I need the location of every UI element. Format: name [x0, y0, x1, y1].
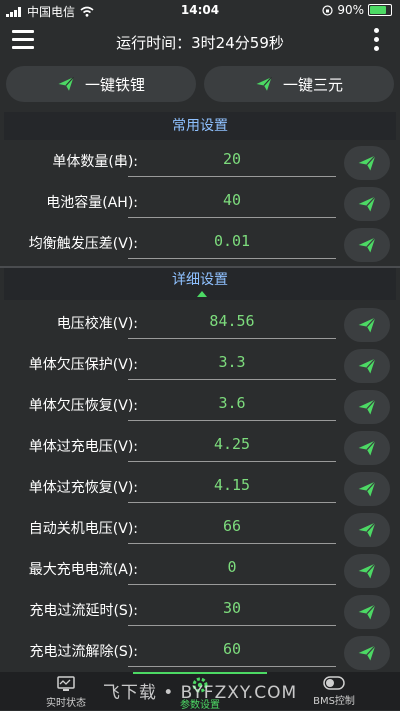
send-icon — [358, 358, 376, 374]
send-button[interactable] — [344, 228, 390, 262]
send-button[interactable] — [344, 308, 390, 342]
battery-icon — [368, 4, 392, 16]
settings-row: 电池容量(AH): 40 — [0, 183, 400, 223]
charge-overcurrent-delay-field[interactable]: 30 — [128, 595, 336, 626]
send-icon — [358, 399, 376, 415]
send-button[interactable] — [344, 636, 390, 670]
send-icon — [358, 522, 376, 538]
gear-icon — [192, 677, 208, 693]
row-label: 自动关机电压(V): — [28, 521, 138, 537]
cell-undervoltage-protect-field[interactable]: 3.3 — [128, 349, 336, 380]
row-label: 电压校准(V): — [56, 316, 138, 332]
toggle-icon — [323, 676, 345, 690]
send-button[interactable] — [344, 431, 390, 465]
quick-action-label: 一键三元 — [282, 75, 343, 94]
battery-level — [370, 6, 386, 14]
row-label: 单体过充电压(V): — [28, 439, 138, 455]
chevron-up-icon — [197, 291, 207, 297]
tab-realtime-status[interactable]: 实时状态 — [16, 672, 116, 710]
tab-label: BMS控制 — [313, 696, 355, 707]
settings-row: 单体欠压恢复(V): 3.6 — [0, 386, 400, 426]
send-icon — [358, 563, 376, 579]
send-button[interactable] — [344, 595, 390, 629]
cell-count-field[interactable]: 20 — [128, 146, 336, 177]
row-label: 单体欠压恢复(V): — [28, 398, 138, 414]
send-icon — [58, 76, 74, 91]
detail-settings-header[interactable]: 详细设置 — [4, 268, 396, 300]
orientation-lock-icon — [322, 4, 333, 16]
tab-label: 参数设置 — [180, 700, 220, 711]
charge-overcurrent-release-field[interactable]: 60 — [128, 636, 336, 667]
send-button[interactable] — [344, 146, 390, 180]
row-label: 最大充电电流(A): — [28, 562, 138, 578]
monitor-icon — [57, 676, 75, 691]
status-bar: 中国电信 14:04 90% — [0, 0, 400, 22]
settings-row: 充电过流延时(S): 30 — [0, 591, 400, 631]
capacity-field[interactable]: 40 — [128, 187, 336, 218]
quick-action-label: 一键铁锂 — [84, 75, 145, 94]
row-label: 单体数量(串): — [52, 154, 138, 170]
send-icon — [358, 317, 376, 333]
balance-diff-field[interactable]: 0.01 — [128, 228, 336, 259]
settings-row: 最大充电电流(A): 0 — [0, 550, 400, 590]
send-button[interactable] — [344, 390, 390, 424]
settings-row: 单体数量(串): 20 — [0, 142, 400, 182]
send-icon — [358, 604, 376, 620]
row-label: 均衡触发压差(V): — [28, 236, 138, 252]
send-icon — [358, 196, 376, 212]
auto-shutdown-voltage-field[interactable]: 66 — [128, 513, 336, 544]
send-button[interactable] — [344, 472, 390, 506]
row-label: 充电过流延时(S): — [29, 603, 138, 619]
voltage-calibration-field[interactable]: 84.56 — [128, 308, 336, 339]
row-label: 电池容量(AH): — [46, 195, 138, 211]
row-label: 单体欠压保护(V): — [28, 357, 138, 373]
tab-bms-control[interactable]: BMS控制 — [284, 672, 384, 710]
common-settings-header: 常用设置 — [4, 112, 396, 140]
settings-row: 充电过流解除(S): 60 — [0, 632, 400, 672]
settings-row: 单体欠压保护(V): 3.3 — [0, 345, 400, 385]
section-title: 详细设置 — [172, 272, 228, 288]
send-icon — [256, 76, 272, 91]
cell-undervoltage-recover-field[interactable]: 3.6 — [128, 390, 336, 421]
settings-row: 单体过充电压(V): 4.25 — [0, 427, 400, 467]
send-icon — [358, 155, 376, 171]
cell-overcharge-recover-field[interactable]: 4.15 — [128, 472, 336, 503]
send-icon — [358, 645, 376, 661]
send-icon — [358, 481, 376, 497]
app-header: 运行时间：3时24分59秒 — [0, 22, 400, 62]
row-label: 单体过充恢复(V): — [28, 480, 138, 496]
section-title: 常用设置 — [172, 118, 228, 134]
tab-label: 实时状态 — [46, 698, 86, 709]
tab-parameter-settings[interactable]: 参数设置 — [150, 672, 250, 711]
bottom-nav: 实时状态 参数设置 BMS控制 — [0, 672, 400, 711]
settings-row: 均衡触发压差(V): 0.01 — [0, 224, 400, 264]
send-icon — [358, 440, 376, 456]
row-label: 充电过流解除(S): — [29, 644, 138, 660]
send-button[interactable] — [344, 554, 390, 588]
cell-overcharge-voltage-field[interactable]: 4.25 — [128, 431, 336, 462]
send-button[interactable] — [344, 187, 390, 221]
settings-row: 单体过充恢复(V): 4.15 — [0, 468, 400, 508]
settings-row: 自动关机电压(V): 66 — [0, 509, 400, 549]
runtime-title: 运行时间：3时24分59秒 — [116, 34, 284, 52]
send-button[interactable] — [344, 349, 390, 383]
one-key-lifepo4-button[interactable]: 一键铁锂 — [6, 66, 196, 102]
more-vertical-icon[interactable] — [374, 28, 380, 55]
battery-percent: 90% — [337, 3, 364, 17]
settings-row: 电压校准(V): 84.56 — [0, 304, 400, 344]
max-charge-current-field[interactable]: 0 — [128, 554, 336, 585]
send-button[interactable] — [344, 513, 390, 547]
one-key-ternary-button[interactable]: 一键三元 — [204, 66, 394, 102]
send-icon — [358, 237, 376, 253]
